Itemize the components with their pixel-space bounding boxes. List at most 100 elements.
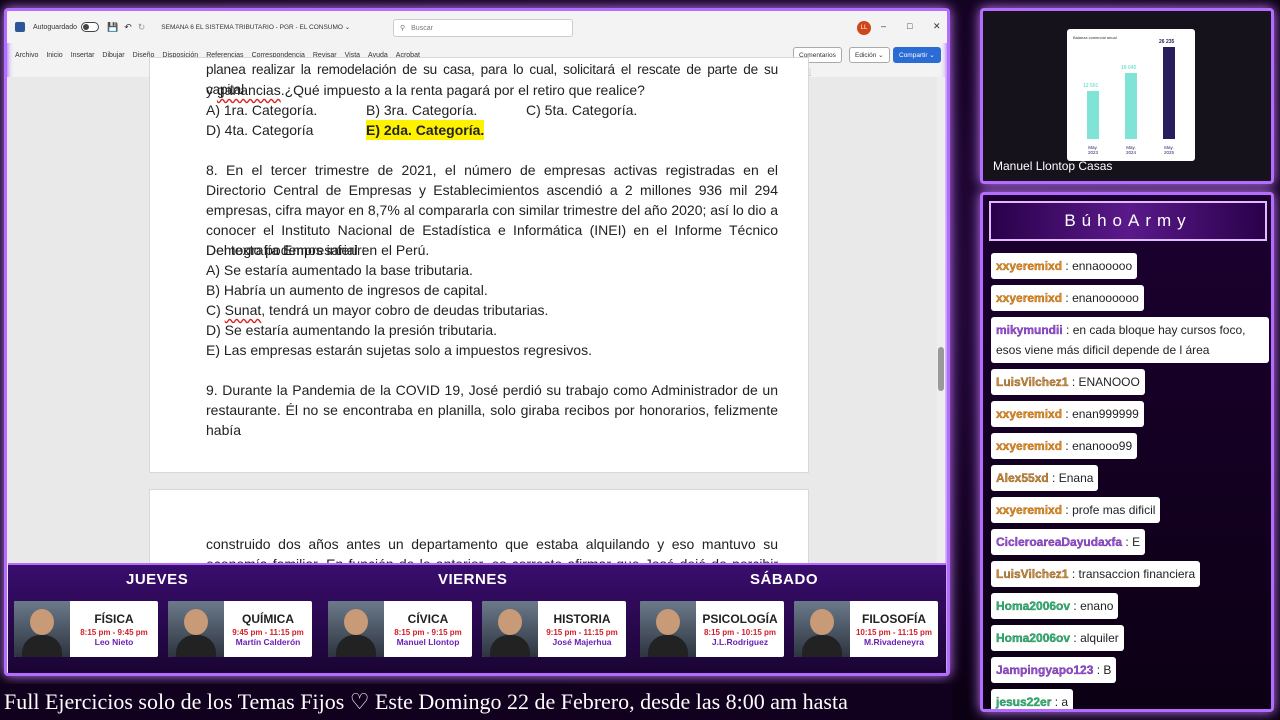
chat-username[interactable]: Homa2006ov <box>996 631 1070 645</box>
chat-text: enan999999 <box>1072 407 1139 421</box>
cam-bar-label: May. 2023 <box>1087 145 1098 155</box>
chat-separator: : <box>1068 567 1079 581</box>
chat-username[interactable]: xxyeremixd <box>996 291 1062 305</box>
save-icon[interactable]: 💾 <box>107 22 118 33</box>
chat-message: Jampingyapo123 : B <box>991 657 1117 683</box>
chat-messages: xxyeremixd : ennaooooo xxyeremixd : enano… <box>991 253 1271 709</box>
scroll-thumb[interactable] <box>938 347 944 391</box>
close-icon[interactable]: ✕ <box>933 21 941 32</box>
q9-paragraph: 9. Durante la Pandemia de la COVID 19, J… <box>206 382 778 438</box>
time: 8:15 pm - 10:15 pm <box>703 627 777 637</box>
chat-message: xxyeremixd : enanoooooo <box>991 285 1144 311</box>
minimize-icon[interactable]: – <box>881 21 886 31</box>
chat-message-row: LuisVilchez1 : ENANOOO <box>991 369 1271 401</box>
time: 10:15 pm - 11:15 pm <box>855 627 933 637</box>
teacher-photo <box>14 601 70 657</box>
page-1: planea realizar la remodelación de su ca… <box>149 57 809 473</box>
subject: FÍSICA <box>94 611 134 626</box>
chat-text: B <box>1103 663 1112 677</box>
cam-bar-value: 26 235 <box>1159 39 1175 45</box>
menu-inicio[interactable]: Inicio <box>46 52 62 59</box>
day-thursday: JUEVES <box>126 571 189 588</box>
menu-archivo[interactable]: Archivo <box>15 52 38 59</box>
chat-username[interactable]: Alex55xd <box>996 471 1049 485</box>
menu-dibujar[interactable]: Dibujar <box>102 52 124 59</box>
chat-separator: : <box>1122 535 1133 549</box>
autosave-label: Autoguardado <box>33 23 77 31</box>
streamer-name: Manuel Llontop Casas <box>993 159 1113 173</box>
chat-separator: : <box>1062 291 1073 305</box>
chat-message-row: Jampingyapo123 : B <box>991 657 1271 689</box>
q8-c-post: , tendrá un mayor cobro de deudas tribut… <box>261 302 549 318</box>
chat-username[interactable]: Jampingyapo123 <box>996 663 1094 677</box>
chat-message: xxyeremixd : enan999999 <box>991 401 1144 427</box>
chat-message: mikymundii : en cada bloque hay cursos f… <box>991 317 1269 363</box>
chat-text: E <box>1132 535 1141 549</box>
chat-message: Homa2006ov : enano <box>991 593 1119 619</box>
chat-separator: : <box>1070 631 1081 645</box>
chat-username[interactable]: xxyeremixd <box>996 407 1062 421</box>
editing-button[interactable]: Edición ⌄ <box>849 47 890 63</box>
undo-icon[interactable]: ↶ <box>124 22 132 33</box>
q8-option-c: C) Sunat, tendrá un mayor cobro de deuda… <box>206 300 778 320</box>
subject: PSICOLOGÍA <box>702 611 778 626</box>
document-title[interactable]: SEMANA 6 EL SISTEMA TRIBUTARIO - PGR - E… <box>161 23 350 31</box>
chat-username[interactable]: LuisVilchez1 <box>996 375 1069 389</box>
chat-separator: : <box>1062 439 1073 453</box>
chat-username[interactable]: CicleroareaDayudaxfa <box>996 535 1122 549</box>
class-card: FÍSICA 8:15 pm - 9:45 pm Leo Nieto <box>14 601 158 657</box>
chat-username[interactable]: LuisVilchez1 <box>996 567 1069 581</box>
menu-insertar[interactable]: Insertar <box>71 52 95 59</box>
teacher: Manuel Llontop <box>396 636 460 647</box>
chat-message-row: CicleroareaDayudaxfa : E <box>991 529 1271 561</box>
autosave-toggle[interactable] <box>80 22 99 32</box>
cam-bar-label: May. 2024 <box>1125 145 1136 155</box>
day-saturday: SÁBADO <box>750 571 819 588</box>
chat-separator: : <box>1062 503 1073 517</box>
chat-separator: : <box>1048 471 1059 485</box>
chat-message: CicleroareaDayudaxfa : E <box>991 529 1146 555</box>
search-input[interactable]: ⚲ Buscar <box>393 19 573 37</box>
chat-username[interactable]: jesus22er <box>996 695 1052 709</box>
share-button[interactable]: Compartir ⌄ <box>893 47 941 63</box>
chat-username[interactable]: mikymundii <box>996 323 1063 337</box>
chat-text: enanooo99 <box>1072 439 1133 453</box>
teacher-photo <box>640 601 696 657</box>
chat-title: BúhoArmy <box>989 201 1267 241</box>
teacher-photo <box>168 601 224 657</box>
avatar[interactable]: LL <box>857 21 871 35</box>
word-app-icon <box>15 22 25 32</box>
chat-message: xxyeremixd : profe mas dificil <box>991 497 1161 523</box>
teacher: J.L.Rodriguez <box>711 636 769 647</box>
chat-message: LuisVilchez1 : ENANOOO <box>991 369 1145 395</box>
subject: CÍVICA <box>407 611 449 626</box>
chat-username[interactable]: Homa2006ov <box>996 599 1070 613</box>
chat-message-row: Homa2006ov : alquiler <box>991 625 1271 657</box>
chat-username[interactable]: xxyeremixd <box>996 259 1062 273</box>
class-card: QUÍMICA 9:45 pm - 11:15 pm Martín Calderón <box>168 601 312 657</box>
chat-username[interactable]: xxyeremixd <box>996 503 1062 517</box>
time: 9:15 pm - 11:15 pm <box>546 627 618 637</box>
chat-text: Enana <box>1058 471 1094 485</box>
chat-separator: : <box>1093 663 1104 677</box>
option-a: A) 1ra. Categoría. <box>206 102 318 118</box>
teacher-photo <box>794 601 850 657</box>
time: 9:45 pm - 11:15 pm <box>232 627 304 637</box>
chat-message-row: LuisVilchez1 : transaccion financiera <box>991 561 1271 593</box>
chat-username[interactable]: xxyeremixd <box>996 439 1062 453</box>
q7-options-row-2: D) 4ta. Categoría E) 2da. Categoría. <box>206 120 778 140</box>
teacher-photo <box>328 601 384 657</box>
chat-message-row: Alex55xd : Enana <box>991 465 1271 497</box>
chat-message-row: xxyeremixd : profe mas dificil <box>991 497 1271 529</box>
class-card: FILOSOFÍA 10:15 pm - 11:15 pm M.Rivadeneyr… <box>794 601 938 657</box>
chat-message: Homa2006ov : alquiler <box>991 625 1124 651</box>
teacher: José Majerhua <box>552 636 612 647</box>
teacher: Leo Nieto <box>94 636 134 647</box>
spellcheck-word: Sunat <box>224 302 262 318</box>
maximize-icon[interactable]: □ <box>907 21 912 31</box>
cam-bar-1 <box>1087 91 1099 139</box>
class-card: HISTORIA 9:15 pm - 11:15 pm José Majerhua <box>482 601 626 657</box>
redo-icon[interactable]: ↻ <box>138 22 146 33</box>
subject: HISTORIA <box>553 611 611 626</box>
chat-message-row: jesus22er : a <box>991 689 1271 709</box>
